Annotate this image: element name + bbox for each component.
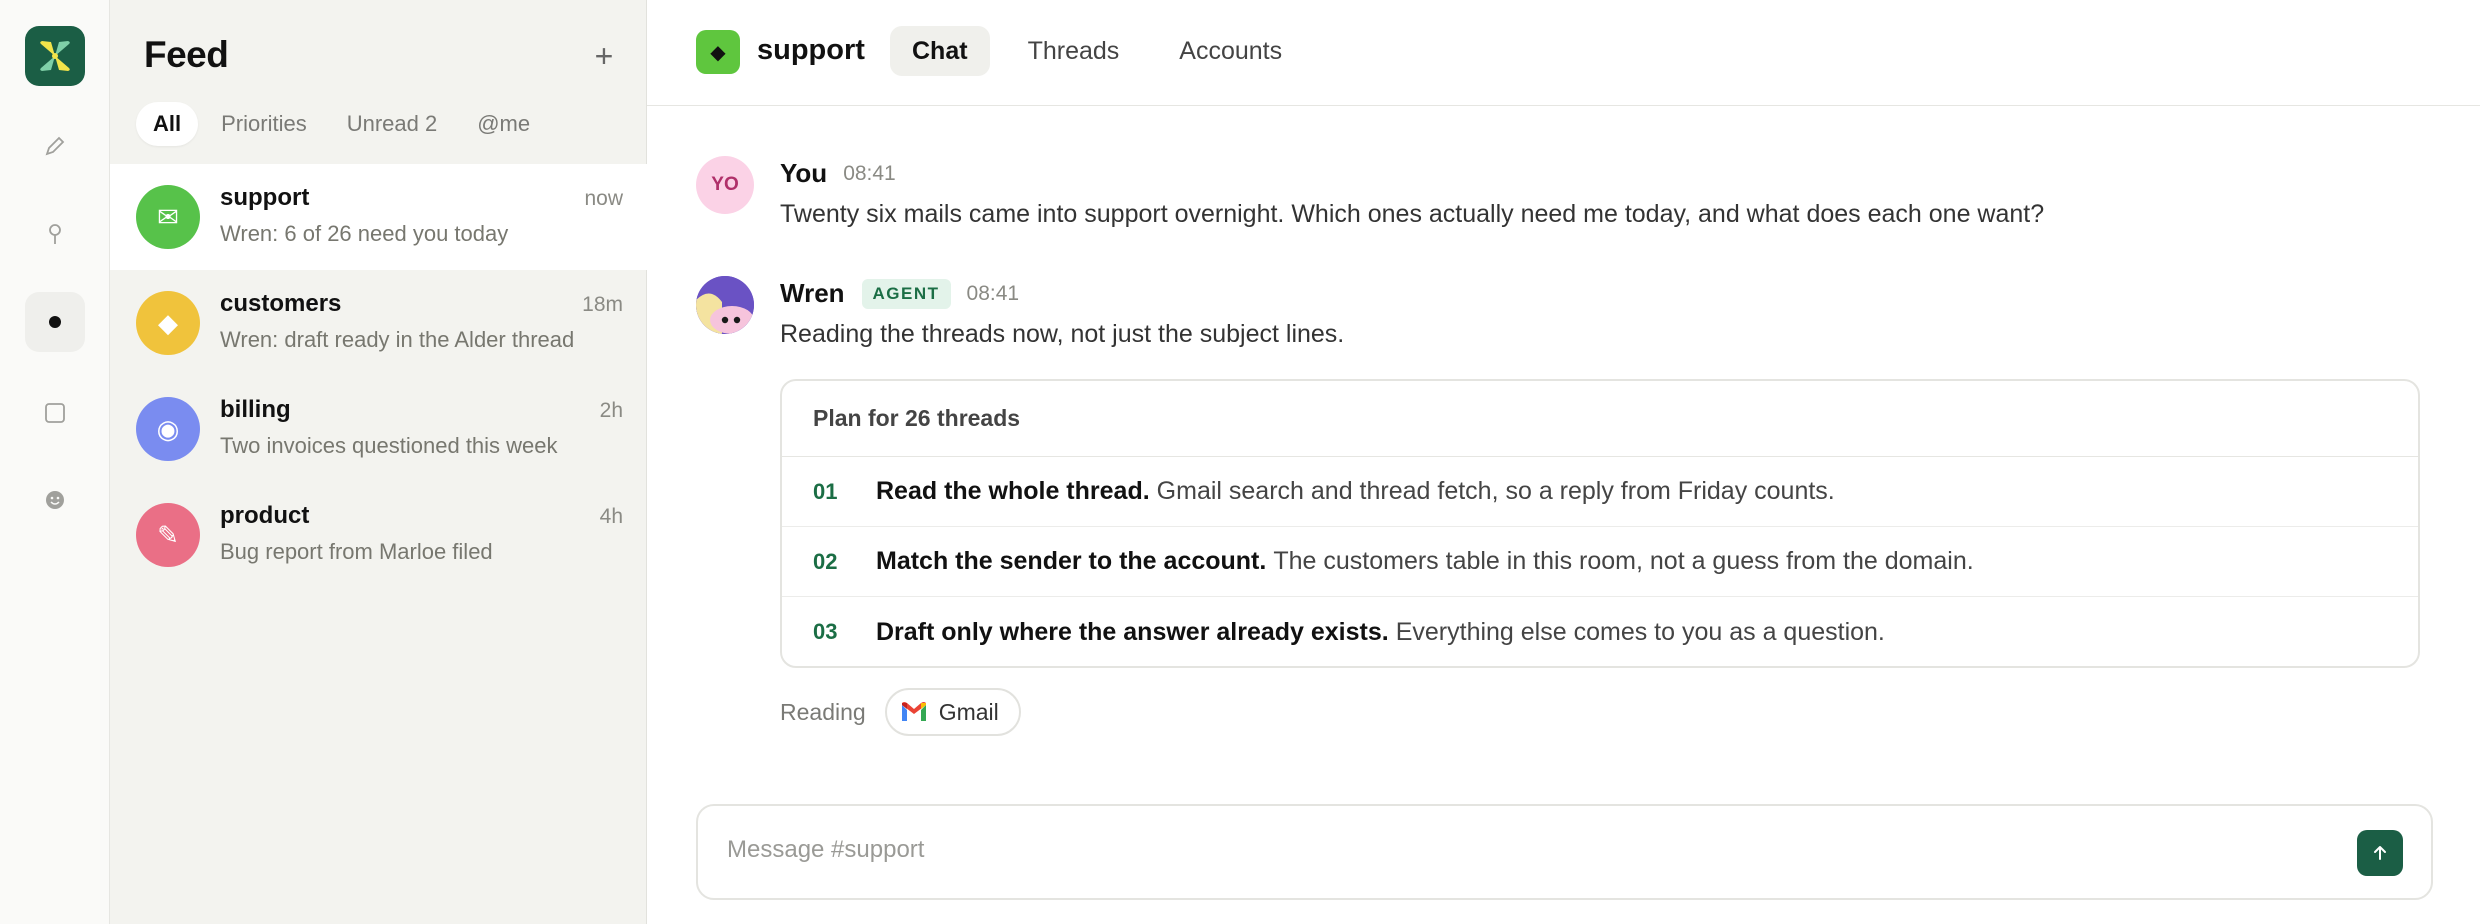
gmail-tool-chip[interactable]: Gmail [884,688,1021,736]
step-detail: Everything else comes to you as a questi… [1395,617,1885,646]
channel-time: 4h [599,505,623,528]
square-icon [45,403,65,423]
message-text: Twenty six mails came into support overn… [780,200,2045,228]
room-tabs: Chat Threads Accounts [890,26,1304,76]
chat-main: ◆ support Chat Threads Accounts YO You 0… [647,0,2480,924]
gmail-tool-label: Gmail [938,698,999,725]
message-time: 08:41 [966,281,1020,305]
compose-rail-button[interactable] [25,116,85,176]
pencil-icon: ✎ [136,503,200,567]
feed-rail-button[interactable] [25,292,85,352]
channel-preview: Two invoices questioned this week [220,433,558,458]
channel-preview: Bug report from Marloe filed [220,539,493,564]
pin-icon [49,224,61,244]
channel-item-support[interactable]: ✉ support Wren: 6 of 26 need you today n… [110,164,647,270]
step-detail: Gmail search and thread fetch, so a repl… [1156,477,1835,505]
step-title: Match the sender to the account. [876,547,1267,575]
plan-step: 01 Read the whole thread. Gmail search a… [782,457,2418,527]
agent-avatar-icon [696,276,754,334]
reading-label: Reading [780,698,866,725]
message-header: Wren AGENT 08:41 [780,278,1019,309]
channel-preview: Wren: draft ready in the Alder thread [220,327,575,352]
room-diamond-icon: ◆ [696,30,740,74]
channel-preview: Wren: 6 of 26 need you today [220,221,509,246]
channel-item-customers[interactable]: ◆ customers Wren: draft ready in the Ald… [110,270,647,376]
gmail-icon [901,702,926,721]
filter-mentions[interactable]: @me [460,102,547,146]
channel-item-billing[interactable]: ◉ billing Two invoices questioned this w… [110,376,647,482]
pins-rail-button[interactable] [25,204,85,264]
filter-unread[interactable]: Unread 2 [330,102,455,146]
pencil-icon [45,136,65,156]
filter-priorities[interactable]: Priorities [204,102,324,146]
channel-time: 2h [599,399,623,422]
message-author[interactable]: Wren [780,278,845,309]
message-you: YO You 08:41 Twenty six mails came into … [696,156,2456,246]
step-number: 01 [813,478,838,504]
message-header: You 08:41 [780,158,896,189]
plan-card: Plan for 26 threads 01 Read the whole th… [780,379,2420,668]
filter-all[interactable]: All [136,102,199,146]
step-number: 03 [813,619,838,644]
channel-name: support [220,184,310,211]
dot-icon [49,316,61,328]
plan-step: 02 Match the sender to the account. The … [782,527,2418,597]
avatar[interactable]: YO [696,156,754,214]
feed-panel: Feed + All Priorities Unread 2 @me ✉ sup… [110,0,647,924]
message-time: 08:41 [843,161,896,185]
channel-item-product[interactable]: ✎ product Bug report from Marloe filed 4… [110,482,647,588]
app-logo[interactable] [25,26,85,86]
channel-name: product [220,502,310,529]
step-title: Draft only where the answer already exis… [876,617,1389,646]
diamond-icon: ◆ [136,291,200,355]
tab-accounts[interactable]: Accounts [1157,26,1304,76]
add-channel-button[interactable]: + [584,36,624,76]
agent-badge: AGENT [861,278,951,309]
channel-time: now [584,187,623,210]
message-composer [696,804,2433,900]
flower-logo-icon [40,41,70,71]
plan-title: Plan for 26 threads [782,381,2418,457]
step-number: 02 [813,548,838,574]
channel-name: billing [220,396,291,423]
target-icon: ◉ [136,397,200,461]
plan-step: 03 Draft only where the answer already e… [782,597,2418,666]
tab-chat[interactable]: Chat [890,26,990,76]
step-detail: The customers table in this room, not a … [1273,547,1974,575]
tab-threads[interactable]: Threads [1006,26,1142,76]
app-rail [0,0,110,924]
tasks-rail-button[interactable] [25,383,85,443]
message-input[interactable] [727,836,2327,864]
arrow-up-icon [2374,846,2386,860]
room-name: support [757,34,865,66]
channel-list: ✉ support Wren: 6 of 26 need you today n… [110,164,647,588]
people-rail-button[interactable] [25,470,85,530]
feed-title: Feed [144,34,229,75]
channel-name: customers [220,290,342,317]
smiley-icon [46,491,64,509]
room-header: ◆ support Chat Threads Accounts [647,0,2480,106]
envelope-icon: ✉ [136,185,200,249]
message-author[interactable]: You [780,158,827,189]
channel-time: 18m [582,293,623,316]
feed-filters: All Priorities Unread 2 @me [136,102,547,146]
message-text: Reading the threads now, not just the su… [780,320,1345,348]
avatar[interactable] [696,276,754,334]
reading-status: Reading Gmail [780,688,1021,736]
step-title: Read the whole thread. [876,477,1150,505]
send-button[interactable] [2357,830,2403,876]
